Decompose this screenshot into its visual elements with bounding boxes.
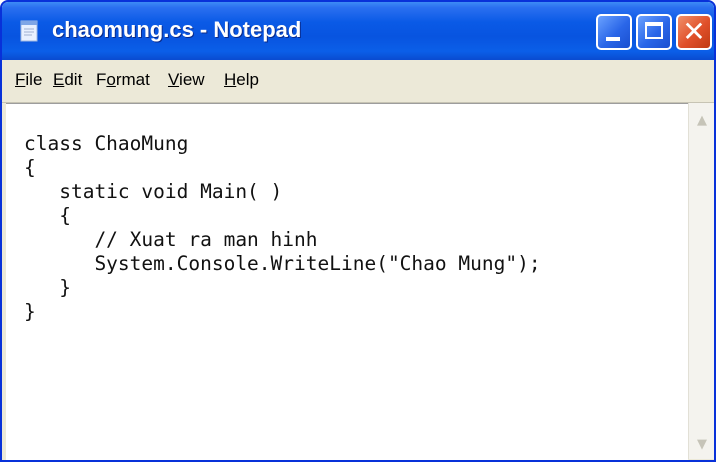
scroll-up-arrow-icon[interactable]: ▲	[690, 109, 714, 133]
menu-view-mnemonic: V	[168, 70, 180, 89]
menu-format[interactable]: Format	[96, 70, 150, 90]
menu-help[interactable]: Help	[224, 70, 259, 90]
menu-edit-label: dit	[64, 70, 83, 89]
menu-view[interactable]: View	[168, 70, 205, 90]
code-line: {	[24, 204, 71, 227]
code-line: static void Main( )	[24, 180, 283, 203]
window-title: chaomung.cs - Notepad	[52, 17, 302, 42]
vertical-scrollbar[interactable]: ▲ ▼	[688, 103, 714, 459]
scroll-down-arrow-icon[interactable]: ▼	[690, 433, 714, 457]
menu-file[interactable]: File	[15, 70, 42, 90]
maximize-button[interactable]	[636, 14, 672, 50]
menu-format-pre: F	[96, 70, 107, 89]
menu-file-mnemonic: F	[15, 70, 26, 89]
menu-file-label: ile	[25, 70, 43, 89]
code-line: }	[24, 300, 36, 323]
notepad-icon[interactable]	[20, 20, 38, 42]
menu-edit-mnemonic: E	[53, 70, 65, 89]
menu-bar: File Edit Format View Help	[2, 60, 714, 103]
minimize-icon	[606, 37, 620, 41]
code-line: System.Console.WriteLine("Chao Mung");	[24, 252, 541, 275]
menu-help-mnemonic: H	[224, 70, 237, 89]
code-line: class ChaoMung	[24, 132, 189, 155]
code-text[interactable]: class ChaoMung{ static void Main( ) { //…	[24, 132, 541, 324]
menu-format-label: rmat	[115, 70, 150, 89]
code-line: {	[24, 156, 36, 179]
close-button[interactable]: ✕	[676, 14, 712, 50]
menu-help-label: elp	[236, 70, 259, 89]
code-line: }	[24, 276, 71, 299]
text-editor[interactable]: class ChaoMung{ static void Main( ) { //…	[6, 103, 688, 460]
notepad-window: chaomung.cs - Notepad ✕ File Edit Format…	[0, 0, 716, 462]
close-icon: ✕	[682, 15, 706, 48]
title-bar[interactable]: chaomung.cs - Notepad ✕	[2, 2, 714, 60]
menu-edit[interactable]: Edit	[53, 70, 82, 90]
code-line: // Xuat ra man hinh	[24, 228, 318, 251]
menu-view-label: iew	[179, 70, 205, 89]
menu-format-mnemonic: o	[106, 70, 116, 89]
maximize-icon	[645, 22, 663, 39]
minimize-button[interactable]	[596, 14, 632, 50]
